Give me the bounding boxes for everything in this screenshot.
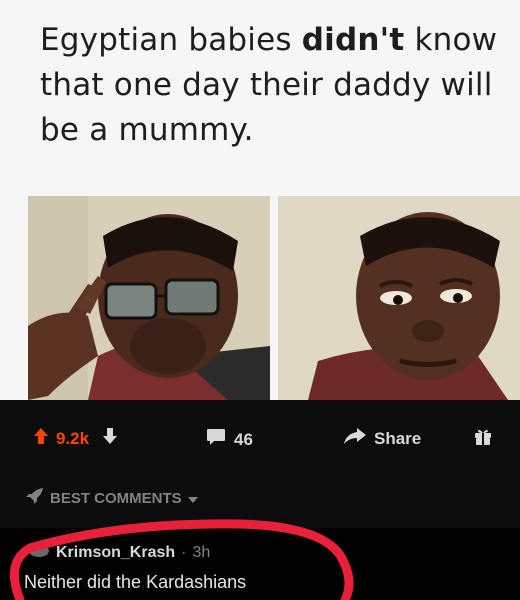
sort-dropdown[interactable]: BEST COMMENTS (26, 488, 198, 508)
share-label: Share (374, 428, 422, 448)
award-button[interactable] (474, 428, 492, 451)
avatar[interactable] (28, 542, 50, 563)
comment-time: 3h (192, 543, 211, 561)
caption-text-bold: didn't (301, 22, 405, 58)
comment-sort-bar: BEST COMMENTS (0, 480, 520, 528)
comment-text: Neither did the Kardashians (24, 572, 247, 592)
post-action-bar: 9.2k 46 Share (0, 400, 520, 480)
caption-text-1: Egyptian babies (40, 22, 302, 58)
comment-meta: Krimson_Krash · 3h (28, 542, 210, 563)
share-button[interactable]: Share (344, 428, 421, 449)
upvote-icon[interactable] (34, 428, 48, 449)
gift-icon (474, 428, 492, 451)
comment-count: 46 (234, 429, 253, 449)
caret-down-icon (187, 490, 198, 507)
upvote-count: 9.2k (56, 428, 90, 448)
meme-photo-left (28, 196, 270, 400)
meme-image: Egyptian babies didn't know that one day… (0, 0, 520, 400)
rocket-icon (26, 488, 44, 508)
vote-group: 9.2k (34, 428, 118, 449)
downvote-icon[interactable] (103, 428, 118, 449)
comment: Krimson_Krash · 3h Neither did the Karda… (0, 528, 520, 600)
comment-icon (206, 428, 226, 451)
meme-photo-right (278, 196, 520, 400)
comment-username[interactable]: Krimson_Krash (56, 544, 175, 562)
share-icon (344, 428, 366, 449)
comment-separator: · (181, 543, 187, 561)
meme-caption: Egyptian babies didn't know that one day… (40, 18, 500, 153)
sort-label: BEST COMMENTS (50, 489, 182, 507)
comments-button[interactable]: 46 (206, 428, 253, 451)
